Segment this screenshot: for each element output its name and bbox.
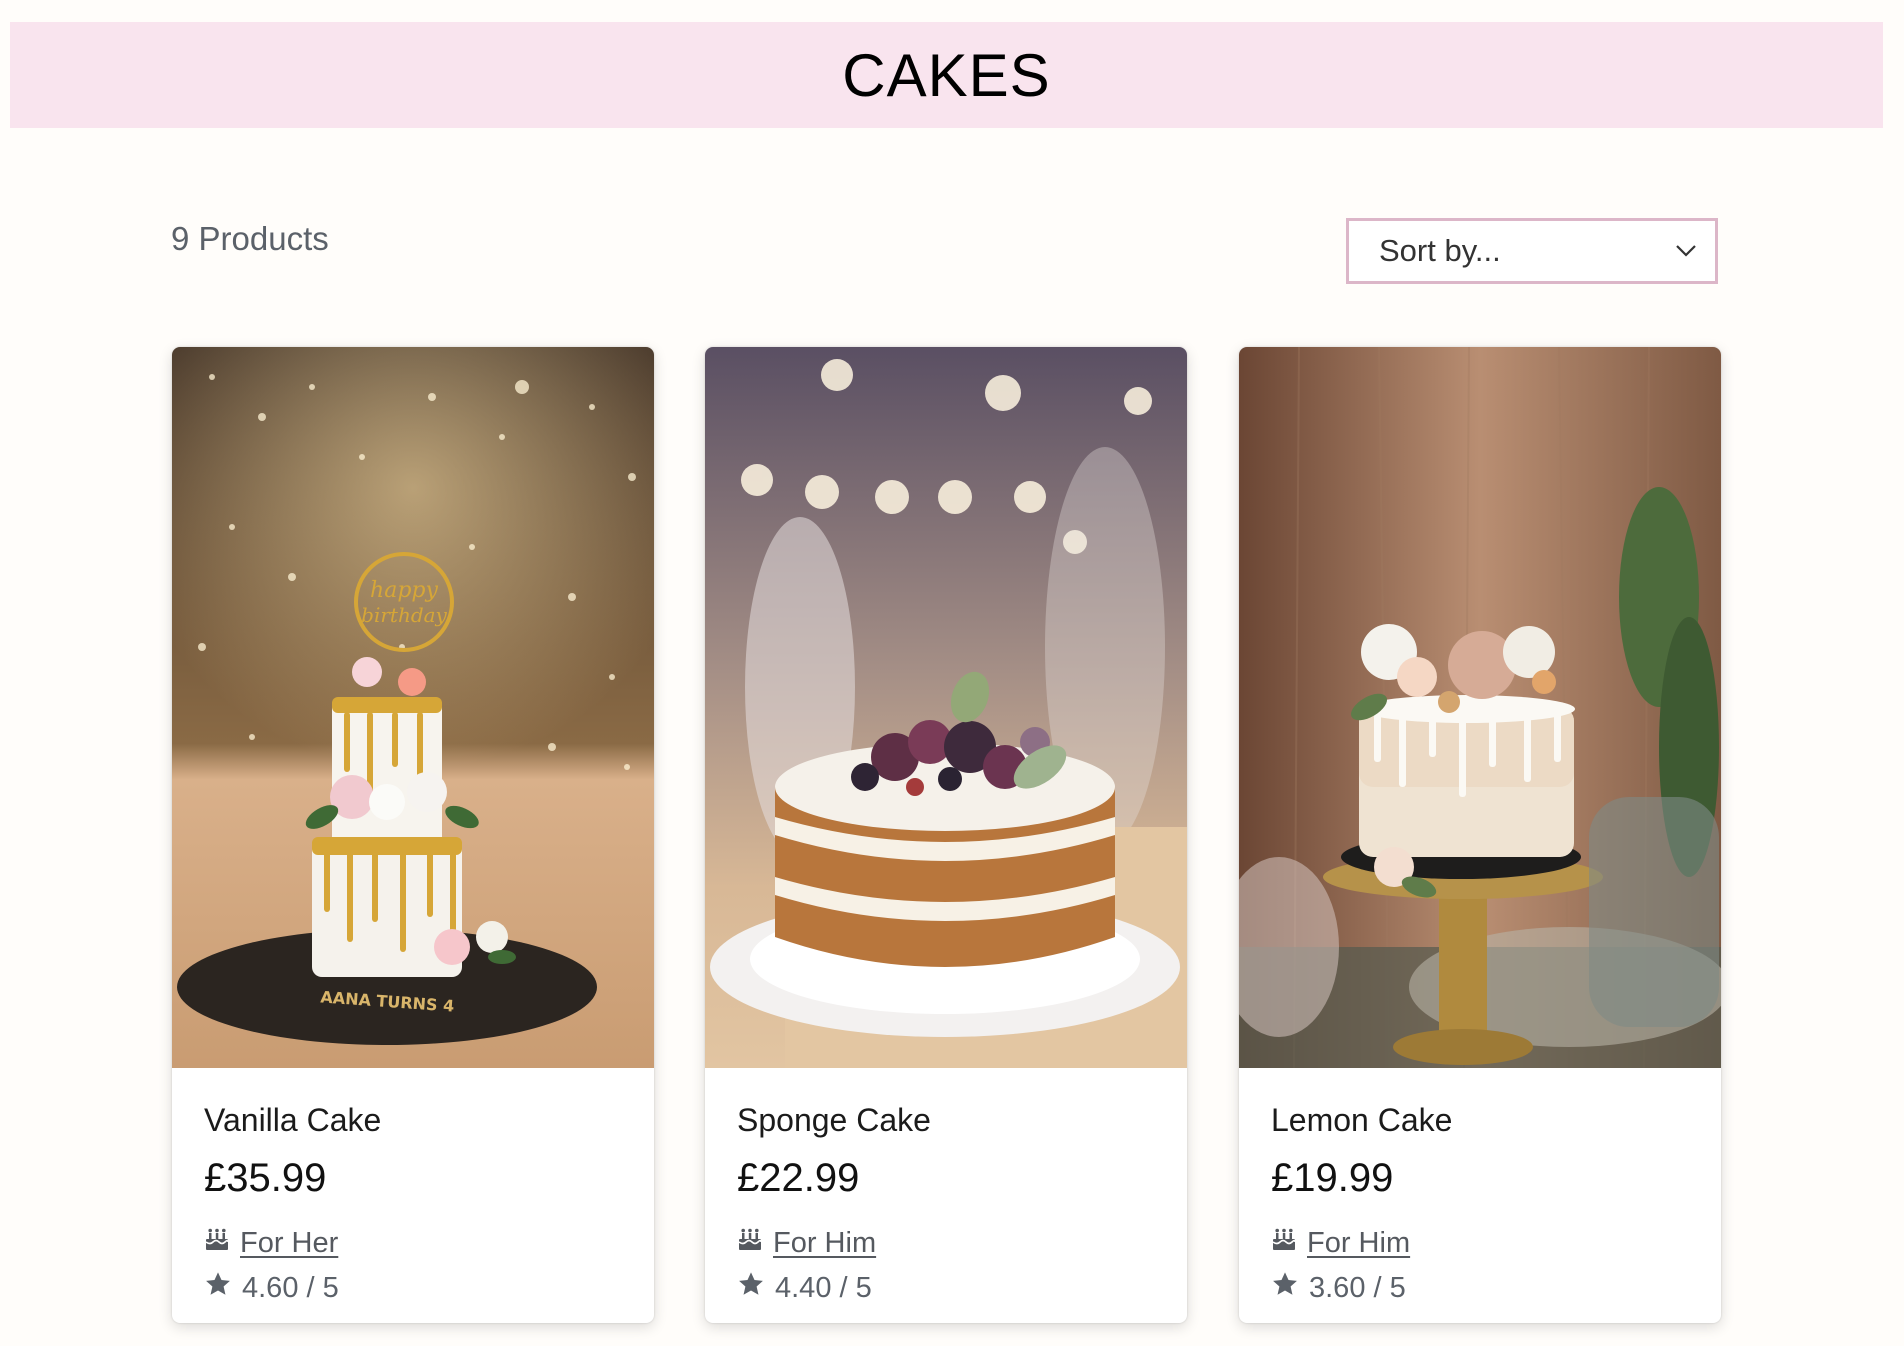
svg-text:birthday: birthday	[361, 603, 447, 627]
product-info: Lemon Cake £19.99 For Him 3.60 / 5	[1271, 1102, 1701, 1306]
rating-value: 3.60 / 5	[1309, 1271, 1406, 1304]
birthday-cake-icon	[737, 1226, 763, 1260]
product-image[interactable]	[705, 347, 1187, 1068]
product-name[interactable]: Sponge Cake	[737, 1102, 1167, 1142]
category-link[interactable]: For Him	[1307, 1227, 1410, 1260]
star-icon	[1271, 1270, 1299, 1306]
svg-text:happy: happy	[370, 578, 438, 603]
product-category: For Him	[1271, 1226, 1701, 1260]
product-price: £19.99	[1271, 1156, 1394, 1200]
star-icon	[204, 1270, 232, 1306]
product-card[interactable]: happy birthday AANA TURNS 4 Vanilla Cake…	[172, 347, 654, 1323]
category-link[interactable]: For Her	[240, 1227, 338, 1260]
rating-value: 4.40 / 5	[775, 1271, 872, 1304]
product-card[interactable]: Sponge Cake £22.99 For Him 4.40 / 5	[705, 347, 1187, 1323]
product-name[interactable]: Lemon Cake	[1271, 1102, 1701, 1142]
product-price: £22.99	[737, 1156, 860, 1200]
birthday-cake-icon	[1271, 1226, 1297, 1260]
birthday-cake-icon	[204, 1226, 230, 1260]
chevron-down-icon	[1675, 240, 1697, 262]
product-price: £35.99	[204, 1156, 327, 1200]
star-icon	[737, 1270, 765, 1306]
product-rating: 4.60 / 5	[204, 1270, 634, 1306]
product-category: For Her	[204, 1226, 634, 1260]
rating-value: 4.60 / 5	[242, 1271, 339, 1304]
sort-select[interactable]: Sort by...	[1346, 218, 1718, 284]
product-rating: 3.60 / 5	[1271, 1270, 1701, 1306]
page-banner: CAKES	[10, 22, 1883, 128]
category-link[interactable]: For Him	[773, 1227, 876, 1260]
product-info: Vanilla Cake £35.99 For Her 4.60 / 5	[204, 1102, 634, 1306]
sort-select-value: Sort by...	[1379, 233, 1501, 268]
product-image[interactable]	[1239, 347, 1721, 1068]
product-category: For Him	[737, 1226, 1167, 1260]
product-card[interactable]: Lemon Cake £19.99 For Him 3.60 / 5	[1239, 347, 1721, 1323]
page-title: CAKES	[842, 41, 1051, 109]
product-count: 9 Products	[171, 220, 329, 257]
product-name[interactable]: Vanilla Cake	[204, 1102, 634, 1142]
product-rating: 4.40 / 5	[737, 1270, 1167, 1306]
product-info: Sponge Cake £22.99 For Him 4.40 / 5	[737, 1102, 1167, 1306]
product-image[interactable]: happy birthday AANA TURNS 4	[172, 347, 654, 1068]
